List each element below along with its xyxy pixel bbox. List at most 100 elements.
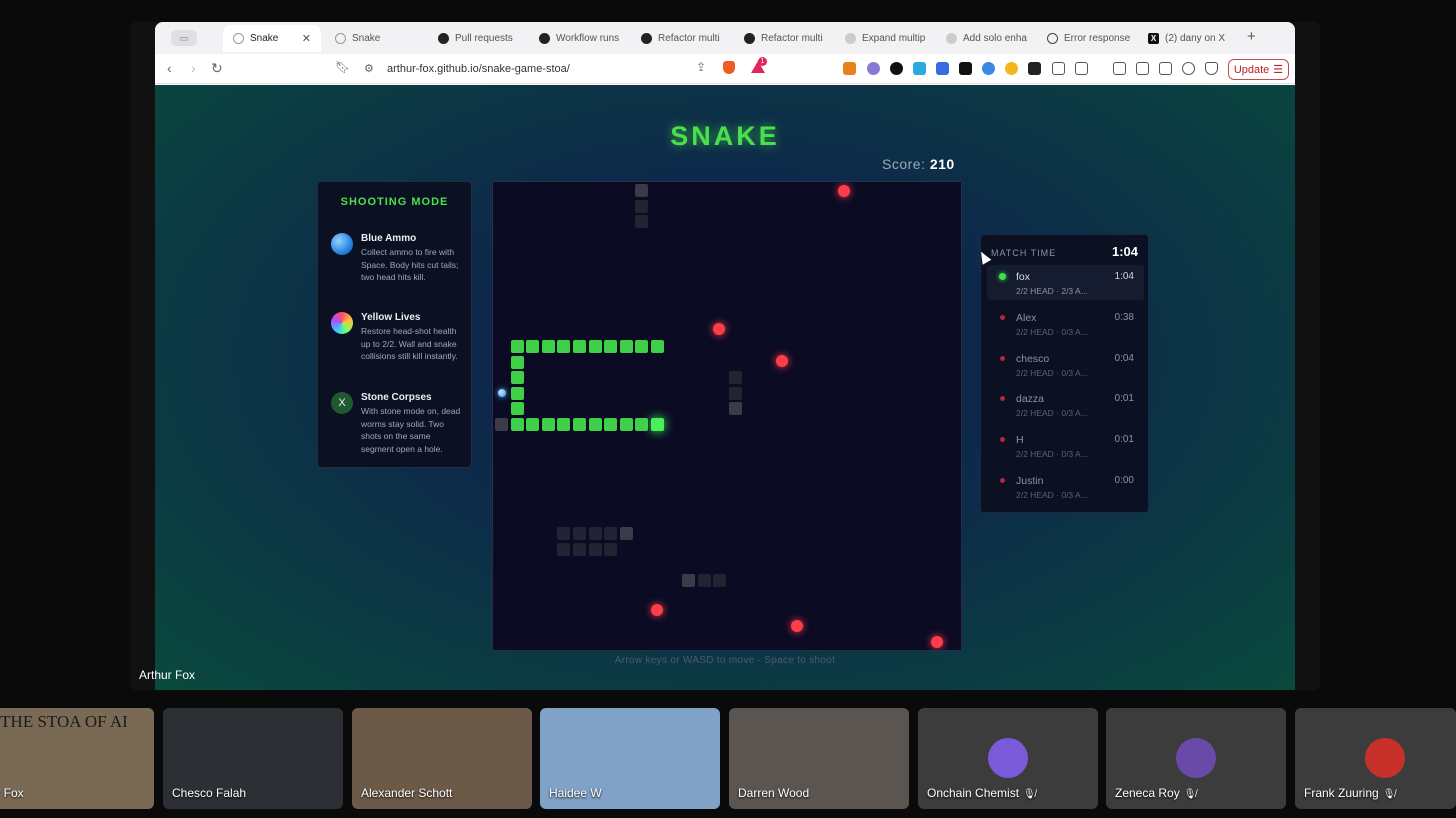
sidebar-toggle-icon[interactable]: ▭	[171, 30, 197, 46]
participant-tile[interactable]: THE STOA OF AI hur Fox	[0, 708, 154, 809]
stone-block	[729, 386, 742, 400]
extension-icon[interactable]	[1028, 62, 1041, 75]
snake-segment	[557, 418, 571, 431]
score-label: Score:	[882, 156, 926, 172]
snake-segment	[635, 418, 649, 431]
tab-label: Snake	[250, 33, 279, 44]
player-name: Alex	[1016, 311, 1037, 324]
player-name: fox	[1016, 271, 1031, 283]
snake-segment	[604, 418, 618, 431]
player-name: H	[1016, 434, 1024, 447]
participant-tile[interactable]: Darren Wood	[729, 708, 909, 809]
reload-icon[interactable]: ↻	[211, 60, 223, 77]
snake-segment	[541, 418, 555, 431]
browser-tab[interactable]: Workflow runs	[529, 25, 627, 52]
tab-label: (2) dany on X	[1165, 33, 1226, 44]
extension-icon[interactable]	[913, 62, 926, 75]
browser-tab[interactable]: Refactor multi	[734, 25, 832, 52]
menu-icon: ☰	[1273, 64, 1284, 76]
extension-icon[interactable]	[1005, 62, 1018, 75]
extension-icon[interactable]	[1075, 62, 1088, 75]
participant-name: Frank Zuuring 🎙︎̸	[1304, 786, 1395, 800]
participant-name: Haidee W	[549, 786, 602, 800]
x-extension-icon[interactable]	[890, 62, 903, 75]
tab-label: Error response	[1064, 33, 1131, 44]
player-row: chesco 2/2 HEAD · 0/3 A... 0:04	[987, 347, 1144, 382]
browser-tab[interactable]: Snake	[325, 25, 423, 52]
tab-label: Add solo enha	[963, 33, 1027, 44]
browser-tab[interactable]: Expand multip	[835, 25, 933, 52]
apple-food	[776, 355, 788, 367]
power-icon	[1047, 33, 1058, 44]
browser-tab[interactable]: X (2) dany on X	[1138, 25, 1234, 52]
browser-tab[interactable]: Refactor multi	[631, 25, 729, 52]
player-time: 0:01	[1114, 393, 1134, 405]
snake-segment	[573, 418, 586, 431]
player-stats: 2/2 HEAD · 0/3 A...	[1016, 367, 1088, 378]
vpn-shield-icon[interactable]	[1205, 62, 1218, 75]
snake-segment	[541, 340, 555, 353]
update-button[interactable]: Update ☰	[1228, 59, 1289, 80]
mic-muted-icon: 🎙︎̸	[1183, 789, 1197, 800]
extension-icon[interactable]	[959, 62, 972, 75]
x-logo-icon: X	[1148, 33, 1159, 44]
participant-tile[interactable]: Frank Zuuring 🎙︎̸	[1295, 708, 1456, 809]
stone-block	[635, 199, 649, 213]
globe-icon	[335, 33, 346, 44]
participant-tile[interactable]: Alexander Schott	[352, 708, 532, 809]
participant-tile[interactable]: Chesco Falah	[163, 708, 343, 809]
snake-segment	[526, 418, 540, 431]
metamask-extension-icon[interactable]	[843, 62, 856, 75]
github-icon	[641, 33, 652, 44]
url-field[interactable]: arthur-fox.github.io/snake-game-stoa/	[387, 63, 570, 75]
stone-block	[557, 527, 571, 541]
stone-x-icon: X	[331, 392, 353, 414]
player-time: 0:01	[1114, 434, 1134, 446]
player-stats: 2/2 HEAD · 0/3 A...	[1016, 326, 1088, 337]
browser-tab[interactable]: Pull requests	[428, 25, 526, 52]
apple-food	[838, 185, 850, 197]
bookmark-icon[interactable]: 🔖︎	[335, 60, 350, 74]
sidebar-icon[interactable]	[1136, 62, 1149, 75]
stone-block	[573, 527, 586, 541]
stone-block	[697, 574, 711, 587]
github-loading-icon	[946, 33, 957, 44]
participant-name: hur Fox	[0, 786, 24, 800]
snake-segment	[510, 418, 524, 431]
game-board[interactable]	[492, 181, 962, 651]
match-time-value: 1:04	[1111, 244, 1138, 259]
forward-icon[interactable]: ›	[191, 60, 196, 76]
extension-icon[interactable]	[936, 62, 949, 75]
tab-label: Pull requests	[455, 33, 513, 44]
extension-icon[interactable]	[982, 62, 995, 75]
back-icon[interactable]: ‹	[167, 60, 172, 76]
game-title: SNAKE	[670, 121, 780, 151]
player-time: 0:00	[1114, 475, 1134, 486]
browser-tab[interactable]: Add solo enha	[936, 25, 1034, 52]
blue-orb-icon	[331, 233, 353, 255]
shooting-mode-title: SHOOTING MODE	[340, 196, 449, 208]
stone-block	[495, 418, 508, 431]
browser-tab[interactable]: Snake ✕	[223, 25, 321, 52]
player-name: chesco	[1016, 352, 1050, 365]
wallet-icon[interactable]	[1159, 62, 1172, 75]
leo-ai-icon[interactable]	[1182, 62, 1195, 75]
participant-tile[interactable]: Onchain Chemist 🎙︎̸	[918, 708, 1098, 809]
puzzle-extensions-icon[interactable]	[1052, 62, 1065, 75]
participant-tile[interactable]: Haidee W	[540, 708, 720, 809]
mic-muted-icon: 🎙︎̸	[1023, 789, 1036, 800]
close-tab-icon[interactable]: ✕	[302, 32, 311, 45]
brave-shields-icon[interactable]	[723, 61, 735, 74]
extension-icon[interactable]	[867, 62, 880, 75]
share-icon[interactable]: ⇪	[696, 60, 706, 74]
snake-segment	[510, 371, 524, 385]
participant-tile[interactable]: Zeneca Roy 🎙︎̸	[1106, 708, 1286, 809]
new-tab-button[interactable]: +	[1247, 28, 1256, 45]
player-row: Alex 2/2 HEAD · 0/3 A... 0:38	[987, 306, 1144, 341]
player-time: 0:04	[1114, 352, 1134, 364]
music-icon[interactable]	[1113, 62, 1126, 75]
browser-tab[interactable]: Error response	[1037, 25, 1135, 52]
snake-segment	[573, 340, 586, 353]
site-info-icon[interactable]: ⚙︎	[364, 62, 374, 75]
player-row: H 2/2 HEAD · 0/3 A... 0:01	[987, 428, 1144, 463]
